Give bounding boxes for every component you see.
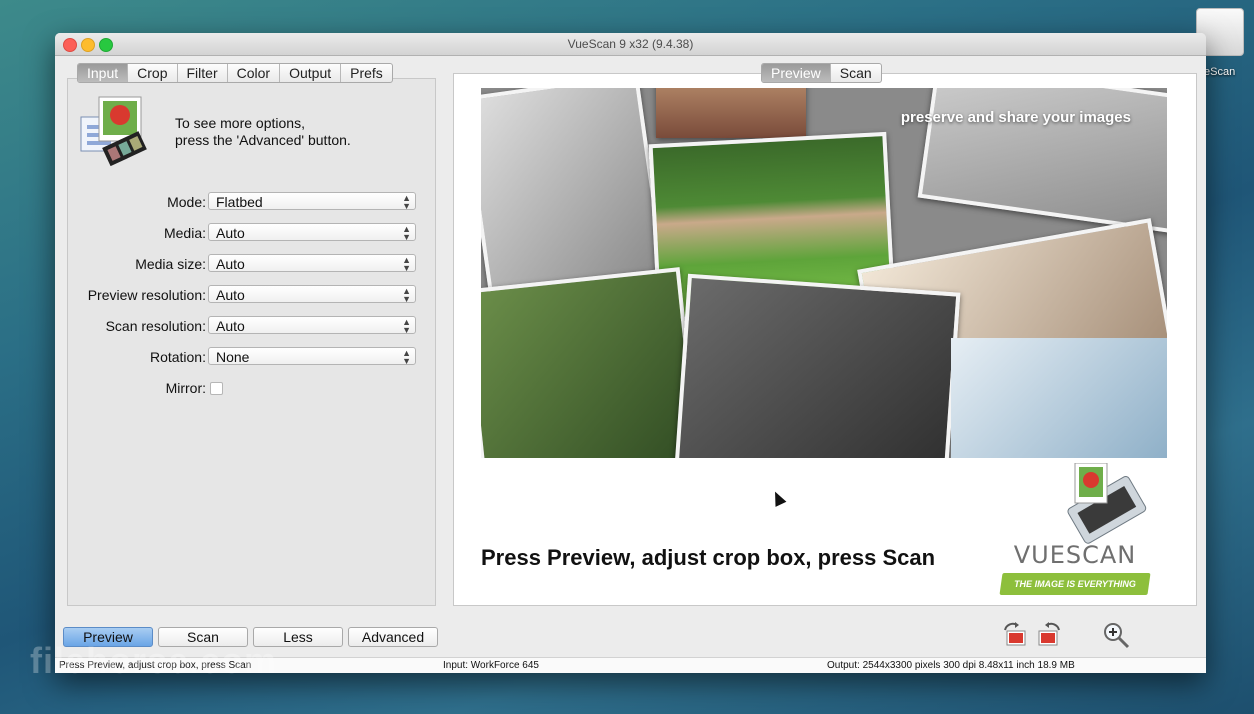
stepper-arrows-icon: ▲ ▼ [402, 193, 411, 211]
drive-label: eScan [1204, 66, 1236, 78]
dog-photo [481, 267, 702, 458]
media-select[interactable]: Auto ▲ ▼ [208, 223, 416, 242]
media-value: Auto [216, 225, 245, 241]
vuescan-window: VueScan 9 x32 (9.4.38) Input Crop Filter… [55, 33, 1206, 673]
title-bar[interactable]: VueScan 9 x32 (9.4.38) [55, 33, 1206, 56]
logo-slogan-banner: THE IMAGE IS EVERYTHING [999, 573, 1151, 595]
options-tabbar: Input Crop Filter Color Output Prefs [77, 63, 393, 83]
media-size-select[interactable]: Auto ▲ ▼ [208, 254, 416, 273]
zoom-button[interactable] [99, 38, 113, 52]
info-line-2: press the 'Advanced' button. [175, 132, 351, 148]
info-message: To see more options, press the 'Advanced… [175, 115, 351, 149]
scan-resolution-label: Scan resolution: [105, 318, 206, 334]
preview-resolution-label: Preview resolution: [87, 287, 206, 303]
preview-resolution-select[interactable]: Auto ▲ ▼ [208, 285, 416, 304]
mode-select[interactable]: Flatbed ▲ ▼ [208, 192, 416, 211]
rotation-row: Rotation: None ▲ ▼ [55, 346, 422, 368]
rotation-select[interactable]: None ▲ ▼ [208, 347, 416, 366]
tab-prefs[interactable]: Prefs [341, 64, 392, 82]
media-label: Media: [163, 225, 206, 241]
media-size-row: Media size: Auto ▲ ▼ [55, 253, 422, 275]
media-size-label: Media size: [135, 256, 206, 272]
rotate-right-icon[interactable] [1035, 621, 1063, 649]
status-input: Input: WorkForce 645 [443, 660, 539, 671]
stepper-arrows-icon: ▲ ▼ [402, 255, 411, 273]
media-size-value: Auto [216, 256, 245, 272]
stepper-arrows-icon: ▲ ▼ [402, 317, 411, 335]
tab-color[interactable]: Color [228, 64, 281, 82]
stepper-arrows-icon: ▲ ▼ [402, 224, 411, 242]
tab-output[interactable]: Output [280, 64, 342, 82]
mirror-checkbox[interactable] [210, 382, 223, 395]
window-title: VueScan 9 x32 (9.4.38) [567, 37, 694, 51]
advanced-button[interactable]: Advanced [348, 627, 438, 647]
scan-resolution-value: Auto [216, 318, 245, 334]
minimize-button[interactable] [81, 38, 95, 52]
mirror-row: Mirror: [55, 377, 422, 399]
stepper-arrows-icon: ▲ ▼ [402, 348, 411, 366]
toddlers-photo [674, 273, 961, 458]
preview-tabbar: Preview Scan [761, 63, 882, 83]
preview-resolution-row: Preview resolution: Auto ▲ ▼ [55, 284, 422, 306]
preview-resolution-value: Auto [216, 287, 245, 303]
stepper-arrows-icon: ▲ ▼ [402, 286, 411, 304]
logo-slogan: THE IMAGE IS EVERYTHING [1014, 579, 1136, 589]
zoom-in-icon[interactable] [1102, 621, 1130, 649]
mode-value: Flatbed [216, 194, 263, 210]
building-photo [656, 88, 806, 138]
mode-row: Mode: Flatbed ▲ ▼ [55, 191, 422, 213]
scanner-graphic [951, 338, 1167, 458]
rotation-label: Rotation: [149, 349, 206, 365]
scan-resolution-select[interactable]: Auto ▲ ▼ [208, 316, 416, 335]
scanner-photo-icon [80, 96, 147, 167]
preview-image[interactable]: preserve and share your images [481, 88, 1167, 458]
mode-label: Mode: [167, 194, 206, 210]
tab-filter[interactable]: Filter [178, 64, 228, 82]
scan-resolution-row: Scan resolution: Auto ▲ ▼ [55, 315, 422, 337]
rotation-value: None [216, 349, 250, 365]
rotate-left-icon[interactable] [1001, 621, 1029, 649]
close-button[interactable] [63, 38, 77, 52]
watermark: filehorse.com [30, 640, 278, 681]
tab-crop[interactable]: Crop [128, 64, 178, 82]
logo-wordmark: VUESCAN [1013, 541, 1137, 569]
preview-caption: Press Preview, adjust crop box, press Sc… [481, 545, 936, 570]
status-output: Output: 2544x3300 pixels 300 dpi 8.48x11… [827, 660, 1075, 671]
tab-preview[interactable]: Preview [762, 64, 831, 82]
preview-tagline: preserve and share your images [900, 109, 1131, 126]
media-row: Media: Auto ▲ ▼ [55, 222, 422, 244]
tab-scan[interactable]: Scan [831, 64, 881, 82]
mirror-label: Mirror: [165, 380, 206, 396]
tab-input[interactable]: Input [78, 64, 129, 82]
info-line-1: To see more options, [175, 115, 305, 131]
